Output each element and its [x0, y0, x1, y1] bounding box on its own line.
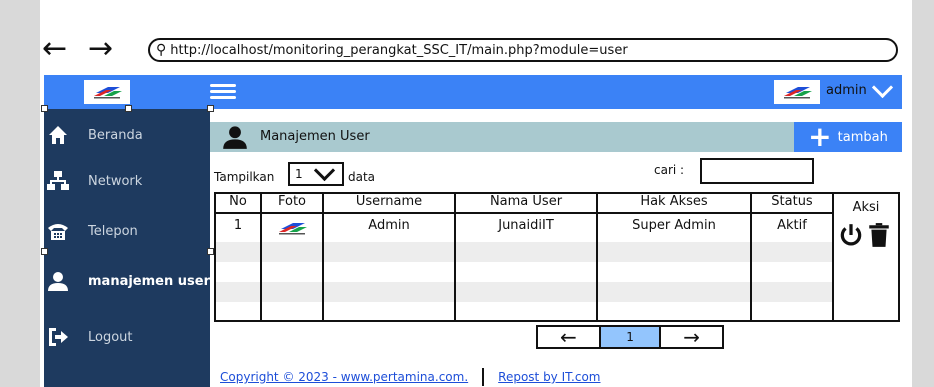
arrow-left-icon[interactable]: ←	[538, 325, 599, 349]
pertamina-logo-icon	[275, 220, 309, 236]
column-hak-akses: Hak Akses Super Admin	[598, 194, 752, 320]
chevron-down-icon	[871, 76, 893, 99]
add-user-button-label: tambah	[837, 129, 888, 145]
pagination: ← 1 →	[536, 325, 724, 349]
sidebar-item-beranda[interactable]: Beranda	[44, 123, 210, 147]
pertamina-logo-icon	[780, 84, 814, 100]
trash-icon[interactable]	[866, 222, 892, 252]
table-cell-foto	[262, 220, 322, 240]
column-nama-user: Nama User JunaidiIT	[456, 194, 598, 320]
row-actions	[838, 222, 892, 252]
column-status: Status Aktif	[752, 194, 832, 320]
sidebar-item-label: Logout	[88, 329, 133, 345]
selection-handle[interactable]	[41, 248, 48, 255]
column-username: Username Admin	[324, 194, 456, 320]
arrow-right-icon[interactable]: →	[88, 34, 113, 64]
sidebar-item-telepon[interactable]: Telepon	[44, 219, 210, 243]
sidebar: Beranda Network Telepon manajemen user L…	[44, 109, 210, 387]
search-label: cari :	[654, 163, 685, 177]
table-cell-username: Admin	[368, 218, 410, 233]
user-icon	[46, 269, 70, 293]
plus-icon: +	[808, 120, 832, 153]
home-icon	[46, 123, 70, 147]
network-icon	[46, 169, 70, 193]
phone-icon	[46, 219, 70, 243]
sidebar-item-label: Network	[88, 173, 143, 189]
hamburger-menu-icon[interactable]	[210, 81, 236, 103]
selection-handle[interactable]	[41, 105, 48, 112]
selection-handle[interactable]	[125, 105, 132, 112]
address-bar[interactable]: ⚲ http://localhost/monitoring_perangkat_…	[148, 38, 898, 62]
sidebar-item-logout[interactable]: Logout	[44, 325, 210, 349]
page-length-value: 1	[295, 167, 303, 181]
footer-divider	[482, 368, 485, 386]
pagination-current-page[interactable]: 1	[598, 327, 662, 347]
chevron-down-icon	[313, 159, 335, 181]
app-canvas: ← → ⚲ http://localhost/monitoring_perang…	[0, 0, 934, 387]
power-icon[interactable]	[838, 222, 864, 252]
page-title: Manajemen User	[260, 129, 370, 144]
user-icon	[222, 124, 248, 154]
column-header[interactable]: Foto	[262, 194, 322, 214]
show-entries-label: Tampilkan	[214, 170, 275, 184]
sidebar-item-label: manajemen user	[88, 273, 210, 289]
column-no: No 1	[216, 194, 262, 320]
add-user-button[interactable]: + tambah	[794, 122, 902, 152]
column-header[interactable]: Username	[324, 194, 454, 214]
actions-header: Aksi	[852, 200, 880, 215]
user-table: No 1 Foto Username Admin Nama User Junai…	[214, 192, 834, 322]
magnifier-icon: ⚲	[156, 42, 167, 58]
column-header[interactable]: Status	[752, 194, 832, 214]
pertamina-logo-icon	[90, 84, 124, 100]
copyright-link[interactable]: Copyright © 2023 - www.pertamina.com.	[220, 370, 468, 384]
table-cell-hak-akses: Super Admin	[632, 218, 716, 233]
column-foto: Foto	[262, 194, 324, 320]
arrow-left-icon[interactable]: ←	[42, 34, 67, 64]
footer: Copyright © 2023 - www.pertamina.com. Re…	[220, 368, 601, 386]
column-header[interactable]: Hak Akses	[598, 194, 750, 214]
column-header[interactable]: Nama User	[456, 194, 596, 214]
actions-column: Aksi	[834, 192, 900, 322]
sidebar-item-label: Telepon	[88, 223, 138, 239]
entries-suffix-label: data	[348, 170, 376, 184]
search-input[interactable]	[700, 158, 814, 184]
sidebar-item-manajemen-user[interactable]: manajemen user	[44, 269, 210, 293]
column-header[interactable]: No	[216, 194, 260, 214]
arrow-right-icon[interactable]: →	[661, 325, 722, 349]
brand-logo[interactable]	[84, 80, 130, 104]
selection-handle[interactable]	[207, 105, 214, 112]
user-avatar-logo	[774, 80, 820, 104]
selection-handle[interactable]	[207, 248, 214, 255]
repost-link[interactable]: Repost by IT.com	[498, 370, 600, 384]
sidebar-item-network[interactable]: Network	[44, 169, 210, 193]
top-bar: admin	[44, 75, 902, 109]
logout-icon	[46, 325, 70, 349]
table-cell-status: Aktif	[777, 218, 807, 233]
page-length-select[interactable]: 1	[288, 159, 344, 186]
sidebar-item-label: Beranda	[88, 127, 143, 143]
user-menu-label: admin	[826, 83, 867, 98]
table-cell-nama-user: JunaidiIT	[498, 218, 554, 233]
table-cell-no: 1	[233, 218, 243, 233]
url-text: http://localhost/monitoring_perangkat_SS…	[170, 42, 628, 58]
user-menu[interactable]: admin	[826, 76, 893, 99]
